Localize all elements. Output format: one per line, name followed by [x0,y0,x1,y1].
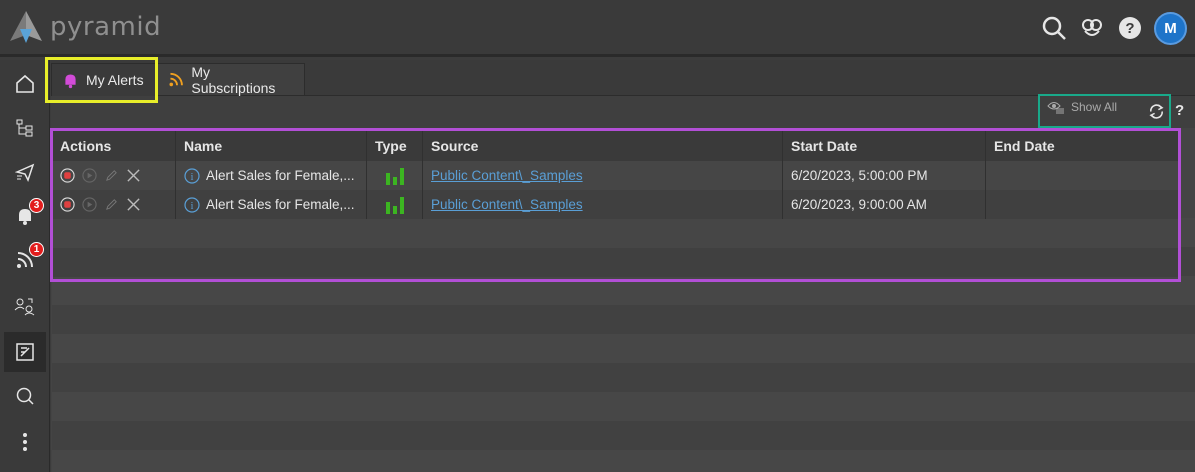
highlight-alerts-grid [50,128,1181,282]
help-icon[interactable]: ? [1116,14,1144,42]
highlight-toolbar [1038,94,1171,128]
tab-my-subscriptions[interactable]: My Subscriptions [157,63,305,96]
tab-label: My Subscriptions [191,63,276,96]
content-tree-icon[interactable] [4,108,46,148]
empty-row [52,334,1195,363]
help-button[interactable]: ? [1175,102,1184,119]
alert-manager-icon[interactable] [4,332,46,372]
home-icon[interactable] [4,64,46,104]
highlight-my-alerts-tab [45,57,158,103]
search-icon[interactable] [1040,14,1068,42]
tab-bar: My Alerts My Subscriptions [51,60,1195,96]
subscriptions-badge: 1 [29,242,44,257]
left-rail: 3 1 [0,60,50,472]
assistant-icon[interactable] [1078,14,1106,42]
empty-row [52,305,1195,334]
svg-text:?: ? [1125,20,1134,37]
alerts-badge: 3 [29,198,44,213]
publish-icon[interactable] [4,152,46,192]
top-bar: pyramid ? M [0,0,1195,57]
users-sync-icon[interactable] [4,286,46,326]
more-menu-icon[interactable] [4,422,46,462]
app-logo[interactable]: pyramid [6,9,161,45]
empty-row [52,392,1195,421]
discover-search-icon[interactable] [4,376,46,416]
pyramid-logo-icon [10,11,42,43]
subscriptions-nav-icon[interactable]: 1 [4,240,46,280]
empty-row [52,450,1195,472]
empty-row [52,363,1195,392]
rss-icon [169,72,183,87]
user-avatar[interactable]: M [1154,11,1187,45]
alerts-nav-icon[interactable]: 3 [4,196,46,236]
grid-toolbar [51,96,1195,128]
empty-row [52,421,1195,450]
app-name: pyramid [50,12,162,42]
